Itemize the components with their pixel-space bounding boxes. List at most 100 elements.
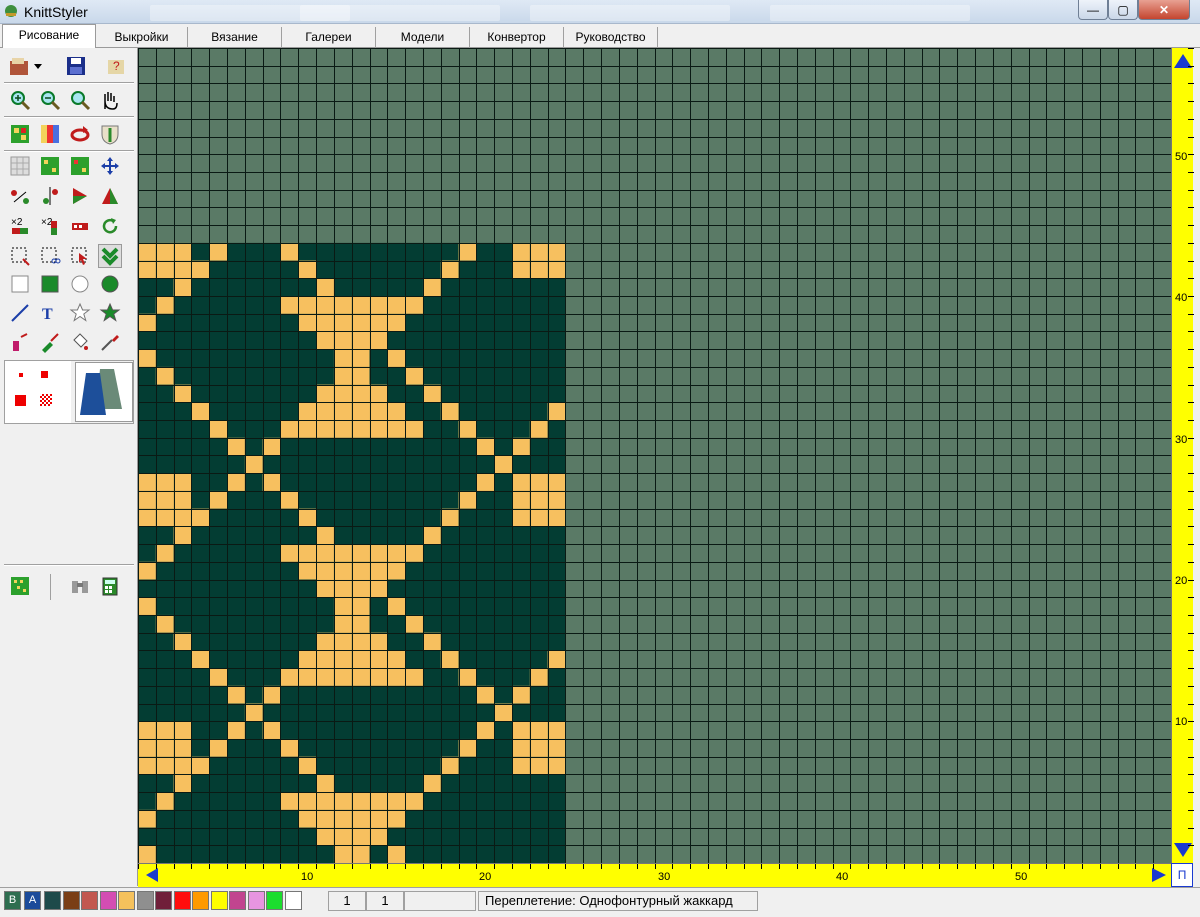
- minimize-button[interactable]: —: [1078, 0, 1108, 20]
- fill-bucket-icon[interactable]: [68, 330, 92, 354]
- pattern-stitch: [138, 845, 156, 863]
- cut-icon[interactable]: [38, 244, 62, 268]
- palette-swatch[interactable]: [44, 891, 61, 910]
- rotate-icon[interactable]: [68, 122, 92, 146]
- pattern-fill-icon[interactable]: [38, 154, 62, 178]
- pattern-stitch: [512, 508, 530, 527]
- palette-swatch[interactable]: [229, 891, 246, 910]
- maximize-button[interactable]: ▢: [1108, 0, 1138, 20]
- pattern-stitch: [476, 437, 495, 456]
- pattern-grid-icon[interactable]: [8, 122, 32, 146]
- knit-grid[interactable]: [138, 48, 1171, 863]
- pipette-icon[interactable]: [98, 330, 122, 354]
- star-outline-icon[interactable]: [68, 301, 92, 325]
- tab-galleries[interactable]: Галереи: [282, 27, 376, 48]
- circle-filled-icon[interactable]: [98, 272, 122, 296]
- flip-up-icon[interactable]: [98, 184, 122, 208]
- pattern-stitch: [138, 490, 156, 509]
- line-icon[interactable]: [8, 301, 32, 325]
- brush-size-1[interactable]: [19, 373, 23, 377]
- text-icon[interactable]: T: [38, 301, 62, 325]
- tab-converter[interactable]: Конвертор: [470, 27, 564, 48]
- pattern-stitch: [351, 614, 370, 633]
- pattern-stitch: [405, 366, 423, 385]
- select-move-icon[interactable]: [68, 244, 92, 268]
- color-table-icon[interactable]: [38, 122, 62, 146]
- palette-swatch[interactable]: [284, 891, 302, 910]
- pattern-stitch: [351, 561, 370, 580]
- double-width-icon[interactable]: ×2: [8, 214, 32, 238]
- palette-swatch[interactable]: [99, 891, 117, 910]
- help-icon[interactable]: ?: [104, 54, 128, 78]
- pattern-stitch: [494, 703, 513, 722]
- brush-size-3[interactable]: [15, 395, 26, 406]
- pan-hand-icon[interactable]: [98, 88, 122, 112]
- pattern-stitch: [369, 402, 388, 421]
- star-filled-icon[interactable]: [98, 301, 122, 325]
- pattern-stitch: [173, 242, 192, 261]
- palette-swatch[interactable]: [81, 891, 98, 910]
- circle-outline-icon[interactable]: [68, 272, 92, 296]
- palette-swatch[interactable]: [192, 891, 209, 910]
- calculator-icon[interactable]: [98, 574, 122, 598]
- rectangle-filled-icon[interactable]: [38, 272, 62, 296]
- brush-icon[interactable]: [38, 330, 62, 354]
- palette-swatch[interactable]: [173, 891, 191, 910]
- zoom-fit-icon[interactable]: [68, 88, 92, 112]
- select-rect-icon[interactable]: [8, 244, 32, 268]
- horizontal-ruler[interactable]: 10 20 30 40 50: [138, 863, 1172, 887]
- pattern-stitch: [547, 508, 566, 527]
- zoom-out-icon[interactable]: [38, 88, 62, 112]
- pattern-stitch: [369, 827, 388, 846]
- save-icon[interactable]: [64, 54, 88, 78]
- color-a-swatch[interactable]: A: [24, 891, 41, 910]
- palette-swatch[interactable]: [266, 891, 283, 910]
- palette-swatch[interactable]: [210, 891, 228, 910]
- rectangle-outline-icon[interactable]: [8, 272, 32, 296]
- flip-right-icon[interactable]: [68, 184, 92, 208]
- color-b-swatch[interactable]: B: [4, 891, 21, 910]
- pattern-repeat-icon[interactable]: [68, 154, 92, 178]
- spray-icon[interactable]: [8, 330, 32, 354]
- mirror-vertical-icon[interactable]: [38, 184, 62, 208]
- refresh-icon[interactable]: [98, 214, 122, 238]
- palette-swatch[interactable]: [247, 891, 265, 910]
- drawing-canvas[interactable]: [138, 48, 1171, 863]
- separator: [4, 564, 134, 566]
- tab-drawing[interactable]: Рисование: [2, 24, 96, 48]
- ruler-corner-button[interactable]: П: [1171, 863, 1193, 887]
- tab-knitting[interactable]: Вязание: [188, 27, 282, 48]
- pattern-stitch: [547, 721, 566, 739]
- pattern-swatch-icon[interactable]: [8, 574, 32, 598]
- vertical-ruler[interactable]: 50 40 30 20 10: [1171, 48, 1194, 864]
- ruler-label-20: 20: [479, 871, 492, 883]
- tab-patterns[interactable]: Выкройки: [96, 27, 188, 48]
- insert-row-icon[interactable]: [68, 214, 92, 238]
- pattern-stitch: [529, 508, 548, 527]
- status-cell-1: 1: [328, 891, 366, 911]
- pattern-stitch: [369, 313, 388, 332]
- grid-toggle-icon[interactable]: [8, 154, 32, 178]
- brush-size-selector[interactable]: [5, 361, 71, 423]
- close-button[interactable]: ✕: [1138, 0, 1190, 20]
- mirror-horizontal-icon[interactable]: [8, 184, 32, 208]
- palette-swatch[interactable]: [155, 891, 172, 910]
- pattern-stitch: [138, 738, 156, 757]
- open-icon[interactable]: [6, 54, 46, 78]
- zoom-in-icon[interactable]: [8, 88, 32, 112]
- tab-models[interactable]: Модели: [376, 27, 470, 48]
- move-icon[interactable]: [98, 154, 122, 178]
- shield-icon[interactable]: [98, 122, 122, 146]
- pattern-stitch: [280, 296, 299, 314]
- brush-dither[interactable]: [40, 394, 52, 406]
- double-height-icon[interactable]: ×2: [38, 214, 62, 238]
- pattern-stitch: [227, 473, 245, 491]
- brush-size-2[interactable]: [41, 371, 48, 378]
- stitch-icon[interactable]: [98, 244, 122, 268]
- pattern-stitch: [298, 650, 317, 669]
- palette-swatch[interactable]: [62, 891, 80, 910]
- palette-swatch[interactable]: [136, 891, 154, 910]
- tab-guide[interactable]: Руководство: [564, 27, 658, 48]
- binoculars-icon[interactable]: [68, 574, 92, 598]
- palette-swatch[interactable]: [118, 891, 135, 910]
